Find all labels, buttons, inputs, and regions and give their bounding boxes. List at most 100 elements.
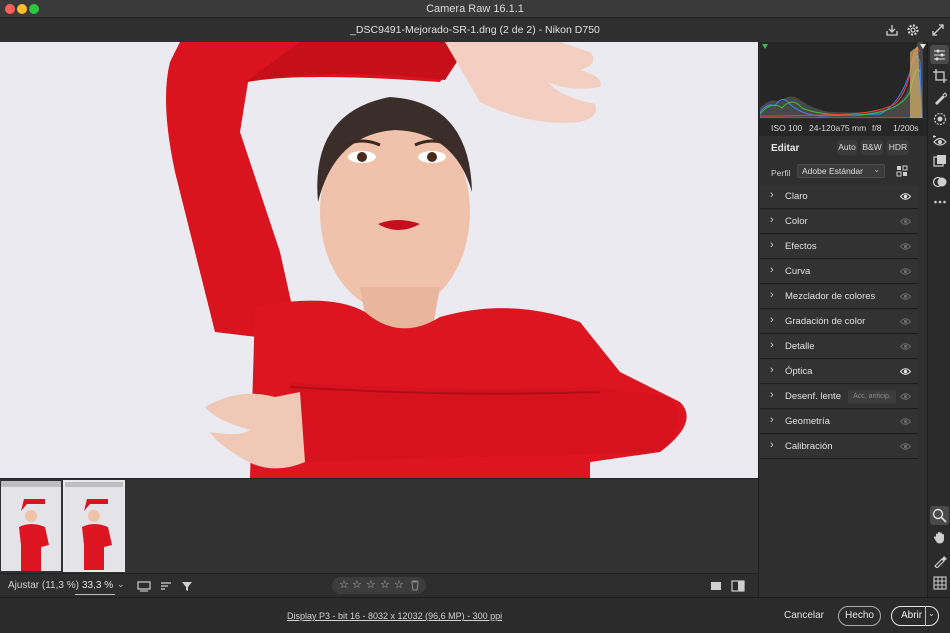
star-icon[interactable]: ☆	[352, 578, 362, 591]
chevron-right-icon: ›	[770, 314, 774, 326]
crop-icon[interactable]	[933, 69, 947, 83]
section-calibracion[interactable]: › Calibración	[760, 435, 918, 459]
auto-button[interactable]: Auto	[837, 140, 857, 155]
chevron-right-icon: ›	[770, 239, 774, 251]
save-icon[interactable]	[884, 22, 900, 38]
visibility-eye-icon[interactable]	[900, 242, 911, 251]
section-label: Desenf. lente	[785, 391, 841, 402]
profile-browser-icon[interactable]	[896, 165, 908, 177]
filmstrip-view-icon[interactable]	[137, 579, 151, 593]
bottom-toolbar: Ajustar (11,3 %) 33,3 % ⌄ ☆ ☆ ☆ ☆ ☆	[0, 573, 758, 597]
gear-icon[interactable]	[905, 22, 921, 38]
chevron-down-icon[interactable]: ⌄	[117, 579, 125, 590]
chevron-right-icon: ›	[770, 439, 774, 451]
open-button-divider	[925, 606, 926, 626]
visibility-eye-icon[interactable]	[900, 367, 911, 376]
sort-icon[interactable]	[159, 579, 173, 593]
grid-icon[interactable]	[933, 576, 947, 590]
star-rating[interactable]: ☆ ☆ ☆ ☆ ☆	[332, 577, 426, 594]
color-sampler-icon[interactable]	[933, 554, 947, 568]
section-mezclador-de-colores[interactable]: › Mezclador de colores	[760, 285, 918, 309]
filmstrip-thumbnail[interactable]	[1, 481, 61, 571]
visibility-eye-icon[interactable]	[900, 417, 911, 426]
image-preview[interactable]	[0, 42, 758, 478]
profile-select[interactable]: Adobe Estándar ⌄	[797, 164, 885, 178]
snapshots-icon[interactable]	[933, 175, 947, 189]
masking-icon[interactable]	[933, 112, 947, 126]
chevron-down-icon[interactable]: ⌄	[928, 609, 935, 618]
star-icon[interactable]: ☆	[380, 578, 390, 591]
filmstrip-thumbnail-selected[interactable]	[63, 480, 125, 572]
section-label: Curva	[785, 266, 811, 277]
section-label: Gradación de color	[785, 316, 866, 327]
photo	[0, 42, 758, 478]
section-label: Geometría	[785, 416, 830, 427]
red-eye-icon[interactable]	[933, 134, 947, 148]
more-icon[interactable]	[933, 195, 947, 209]
chevron-right-icon: ›	[770, 264, 774, 276]
cancel-button[interactable]: Cancelar	[780, 606, 828, 626]
trash-icon[interactable]	[410, 580, 420, 591]
star-icon[interactable]: ☆	[366, 578, 376, 591]
exif-lens: 24-120a75 mm	[809, 123, 867, 133]
section-gradacion-de-color[interactable]: › Gradación de color	[760, 310, 918, 334]
zoom-fit-button[interactable]: Ajustar (11,3 %)	[8, 580, 79, 591]
filter-icon[interactable]	[180, 579, 194, 593]
visibility-eye-icon[interactable]	[900, 342, 911, 351]
section-geometria[interactable]: › Geometría	[760, 410, 918, 434]
healing-icon[interactable]	[933, 91, 947, 105]
visibility-eye-icon[interactable]	[900, 317, 911, 326]
edit-title: Editar	[771, 143, 800, 154]
exif-iso: ISO 100	[771, 123, 803, 133]
chevron-right-icon: ›	[770, 214, 774, 226]
section-color[interactable]: › Color	[760, 210, 918, 234]
profile-label: Perfil	[771, 168, 791, 178]
zoom-level-field[interactable]: 33,3 %	[75, 577, 115, 595]
chevron-down-icon: ⌄	[873, 165, 880, 174]
section-efectos[interactable]: › Efectos	[760, 235, 918, 259]
section-label: Calibración	[785, 441, 833, 452]
visibility-eye-icon[interactable]	[900, 267, 911, 276]
chevron-right-icon: ›	[770, 389, 774, 401]
done-button[interactable]: Hecho	[838, 606, 881, 626]
zoom-icon[interactable]	[930, 506, 949, 525]
section-label: Claro	[785, 191, 808, 202]
hand-icon[interactable]	[933, 530, 947, 544]
chevron-right-icon: ›	[770, 339, 774, 351]
edit-sliders-icon[interactable]	[930, 45, 949, 64]
visibility-eye-icon[interactable]	[900, 192, 911, 201]
chevron-right-icon: ›	[770, 364, 774, 376]
before-after-icon[interactable]	[731, 579, 745, 593]
section-optica[interactable]: › Óptica	[760, 360, 918, 384]
profile-select-value: Adobe Estándar	[802, 166, 863, 176]
exif-aperture: f/8	[872, 123, 882, 133]
early-access-badge: Acc. anticip.	[848, 390, 896, 403]
exif-shutter: 1/200s	[893, 123, 919, 133]
window-titlebar: Camera Raw 16.1.1	[0, 0, 950, 18]
visibility-eye-icon[interactable]	[900, 217, 911, 226]
section-label: Color	[785, 216, 808, 227]
visibility-eye-icon[interactable]	[900, 392, 911, 401]
presets-icon[interactable]	[933, 154, 947, 168]
status-bar: Display P3 - bit 16 - 8032 x 12032 (96,6…	[0, 597, 950, 633]
star-icon[interactable]: ☆	[394, 578, 404, 591]
section-claro[interactable]: › Claro	[760, 185, 918, 209]
chevron-right-icon: ›	[770, 189, 774, 201]
hdr-button[interactable]: HDR	[887, 140, 909, 155]
section-label: Mezclador de colores	[785, 291, 876, 302]
workflow-options-link[interactable]: Display P3 - bit 16 - 8032 x 12032 (96,6…	[287, 611, 502, 621]
star-icon[interactable]: ☆	[339, 578, 349, 591]
single-view-icon[interactable]	[709, 579, 723, 593]
visibility-eye-icon[interactable]	[900, 292, 911, 301]
section-label: Efectos	[785, 241, 817, 252]
section-curva[interactable]: › Curva	[760, 260, 918, 284]
section-label: Detalle	[785, 341, 815, 352]
fullscreen-icon[interactable]	[930, 22, 946, 38]
section-detalle[interactable]: › Detalle	[760, 335, 918, 359]
section-desenf-lente[interactable]: › Desenf. lente Acc. anticip.	[760, 385, 918, 409]
histogram	[760, 42, 927, 118]
filmstrip	[0, 478, 758, 573]
bw-button[interactable]: B&W	[861, 140, 883, 155]
visibility-eye-icon[interactable]	[900, 442, 911, 451]
exif-info: ISO 100 24-120a75 mm f/8 1/200s	[759, 119, 928, 136]
